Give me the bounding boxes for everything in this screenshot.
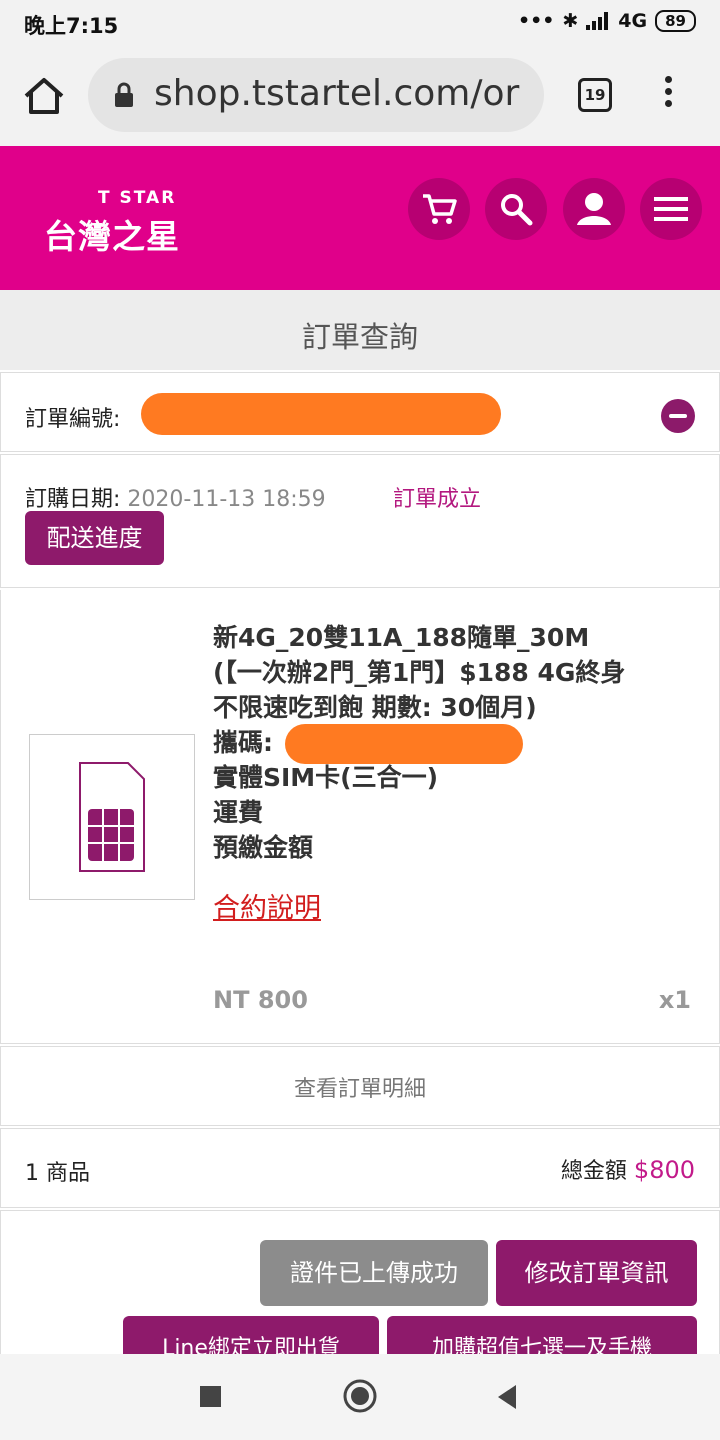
battery-icon: 89 xyxy=(655,10,696,32)
product-line: 新4G_20雙11A_188隨單_30M xyxy=(213,623,590,652)
documents-uploaded-button[interactable]: 證件已上傳成功 xyxy=(260,1240,488,1306)
search-icon xyxy=(501,194,533,226)
browser-toolbar: shop.tstartel.com/or 19 xyxy=(0,46,720,146)
sim-card-image xyxy=(29,734,195,900)
network-type: 4G xyxy=(618,10,648,32)
status-bar: 晚上7:15 ••• ✱ 4G 89 xyxy=(0,0,720,46)
order-total: 總金額 $800 xyxy=(561,1153,695,1185)
total-label: 總金額 xyxy=(560,1159,627,1184)
bluetooth-icon: ✱ xyxy=(562,10,579,32)
signal-icon xyxy=(586,12,609,30)
delivery-progress-button[interactable]: 配送進度 xyxy=(25,511,164,565)
product-quantity: x1 xyxy=(658,986,691,1014)
total-value: $800 xyxy=(633,1156,695,1184)
sim-card-icon xyxy=(79,762,145,872)
more-options-icon[interactable] xyxy=(658,76,678,116)
order-date-value: 2020-11-13 18:59 xyxy=(127,487,326,512)
order-status: 訂單成立 xyxy=(393,487,482,512)
line-bind-ship-button[interactable]: Line綁定立即出貨 xyxy=(123,1316,379,1354)
cart-icon xyxy=(423,194,457,224)
collapse-icon[interactable] xyxy=(661,399,695,433)
view-order-details-link[interactable]: 查看訂單明細 xyxy=(1,1071,719,1103)
contract-link[interactable]: 合約說明 xyxy=(213,886,321,925)
item-count: 1 商品 xyxy=(25,1161,90,1186)
order-summary-row: 1 商品 總金額 $800 xyxy=(0,1128,720,1208)
more-dots-icon: ••• xyxy=(517,10,555,32)
url-text: shop.tstartel.com/or xyxy=(154,73,520,114)
product-section: 新4G_20雙11A_188隨單_30M (【一次辦2門_第1門】$188 4G… xyxy=(0,590,720,1044)
menu-button[interactable] xyxy=(640,178,702,240)
view-order-details-row[interactable]: 查看訂單明細 xyxy=(0,1046,720,1126)
search-button[interactable] xyxy=(485,178,547,240)
user-icon xyxy=(577,193,611,225)
home-circle-icon[interactable] xyxy=(342,1378,378,1414)
address-bar[interactable]: shop.tstartel.com/or xyxy=(88,58,544,132)
tab-switcher-button[interactable]: 19 xyxy=(578,78,612,112)
order-number-row: 訂單編號: xyxy=(0,372,720,452)
product-line: (【一次辦2門_第1門】$188 4G終身 xyxy=(213,658,626,687)
account-button[interactable] xyxy=(563,178,625,240)
addon-offer-button[interactable]: 加購超值七選一及手機 xyxy=(387,1316,697,1354)
product-price: NT 800 xyxy=(213,986,308,1014)
page-title: 訂單查詢 xyxy=(301,320,418,354)
home-icon[interactable] xyxy=(22,76,66,116)
product-line: 實體SIM卡(三合一) xyxy=(213,763,439,792)
logo-text-en: T STAR xyxy=(98,188,177,208)
order-actions: 證件已上傳成功 修改訂單資訊 Line綁定立即出貨 加購超值七選一及手機 xyxy=(0,1210,720,1354)
edit-order-button[interactable]: 修改訂單資訊 xyxy=(496,1240,697,1306)
order-status-section: 訂購日期: 2020-11-13 18:59 訂單成立 配送進度 xyxy=(0,454,720,588)
status-indicators: ••• ✱ 4G 89 xyxy=(518,10,696,32)
back-triangle-icon[interactable] xyxy=(496,1384,518,1410)
order-date-row: 訂購日期: 2020-11-13 18:59 xyxy=(25,481,326,513)
recents-square-icon[interactable] xyxy=(200,1386,221,1407)
menu-icon xyxy=(654,197,688,221)
order-number-label: 訂單編號: xyxy=(25,407,121,432)
order-date-label: 訂購日期: xyxy=(25,487,121,512)
cart-button[interactable] xyxy=(408,178,470,240)
logo-text-cn[interactable]: 台灣之星 xyxy=(44,210,180,258)
page-title-band: 訂單查詢 xyxy=(0,290,720,370)
product-line: 預繳金額 xyxy=(213,833,314,862)
lock-icon xyxy=(115,82,133,107)
status-time: 晚上7:15 xyxy=(24,14,119,38)
redacted-order-number xyxy=(141,393,501,435)
system-nav-bar xyxy=(0,1354,720,1440)
site-header: T STAR 台灣之星 xyxy=(0,146,720,290)
product-line: 運費 xyxy=(213,798,264,827)
product-line: 不限速吃到飽 期數: 30個月) xyxy=(213,693,537,722)
redacted-port-number xyxy=(285,724,523,764)
battery-level: 89 xyxy=(665,12,686,30)
